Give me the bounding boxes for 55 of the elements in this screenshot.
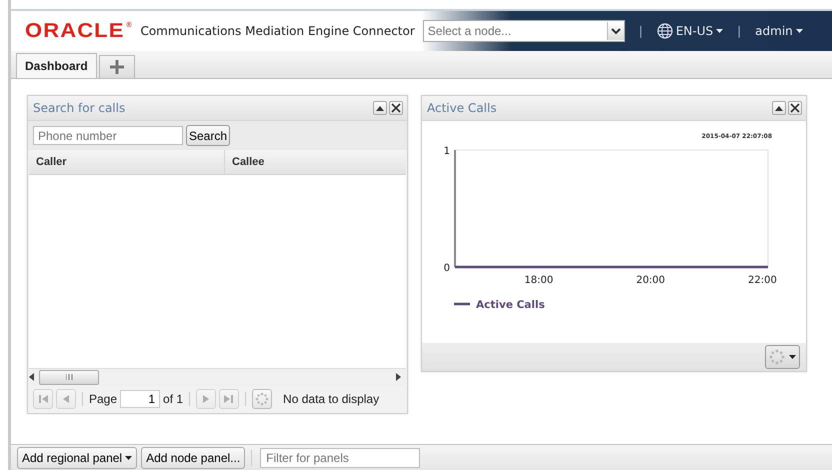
page-label: Page [89,392,118,406]
triangle-icon [38,394,48,404]
column-header[interactable]: Callee [225,150,264,174]
panel-title: Active Calls [427,101,498,115]
add-regional-panel-button[interactable]: Add regional panel [17,446,138,468]
legend-label: Active Calls [476,299,545,311]
add-node-panel-button[interactable]: Add node panel... [141,446,246,468]
spinner-icon [769,349,785,365]
axis-label: 22:00 [748,275,777,286]
triangle-icon [376,106,384,110]
triangle-icon [224,394,234,404]
separator: | [638,24,643,38]
triangle-icon [775,106,783,110]
globe-icon[interactable] [656,23,673,39]
scrollbar-thumb[interactable] [39,370,99,384]
tab[interactable]: Dashboard [16,53,97,78]
scroll-left-icon[interactable] [29,373,34,381]
user-menu[interactable]: admin [755,24,793,38]
close-button[interactable] [788,101,802,115]
close-icon [391,103,401,113]
collapse-button[interactable] [373,101,387,115]
language-menu[interactable]: EN-US [676,24,714,38]
caret-icon [125,456,132,460]
app-title: Communications Mediation Engine Connector [140,24,415,38]
panel-title: Search for calls [33,101,126,115]
close-icon [790,103,800,113]
dropdown-button[interactable] [606,22,624,40]
search-button[interactable]: Search [186,125,230,146]
status-text: No data to display [283,392,380,406]
filter-field[interactable]: Filter for panels [260,448,420,468]
page-count: of 1 [163,392,184,406]
caret-icon [789,355,796,359]
triangle-icon [201,394,212,404]
grip-icon [66,374,72,380]
spinner-icon [255,392,270,406]
search-field[interactable]: Phone number [33,126,183,145]
chevron-icon [610,27,621,35]
caret-icon [716,29,724,33]
legend-item: Active Calls [454,299,545,311]
page-field[interactable]: 1 [120,390,160,408]
oracle-logo: ORACLE [25,20,124,42]
scroll-right-icon[interactable] [396,373,401,381]
plus-icon [110,60,124,74]
close-button[interactable] [389,101,403,115]
column-header[interactable]: Caller [29,150,225,174]
add-tab[interactable] [98,55,135,78]
caret-icon [796,29,803,33]
axis-label: 0 [444,263,450,274]
separator: | [737,24,742,38]
triangle-icon [61,394,71,404]
axis-label: 20:00 [636,275,666,286]
node-select[interactable]: Select a node... [422,20,625,42]
collapse-button[interactable] [772,101,786,115]
axis-label: 1 [444,146,450,157]
axis-label: 18:00 [524,275,554,286]
